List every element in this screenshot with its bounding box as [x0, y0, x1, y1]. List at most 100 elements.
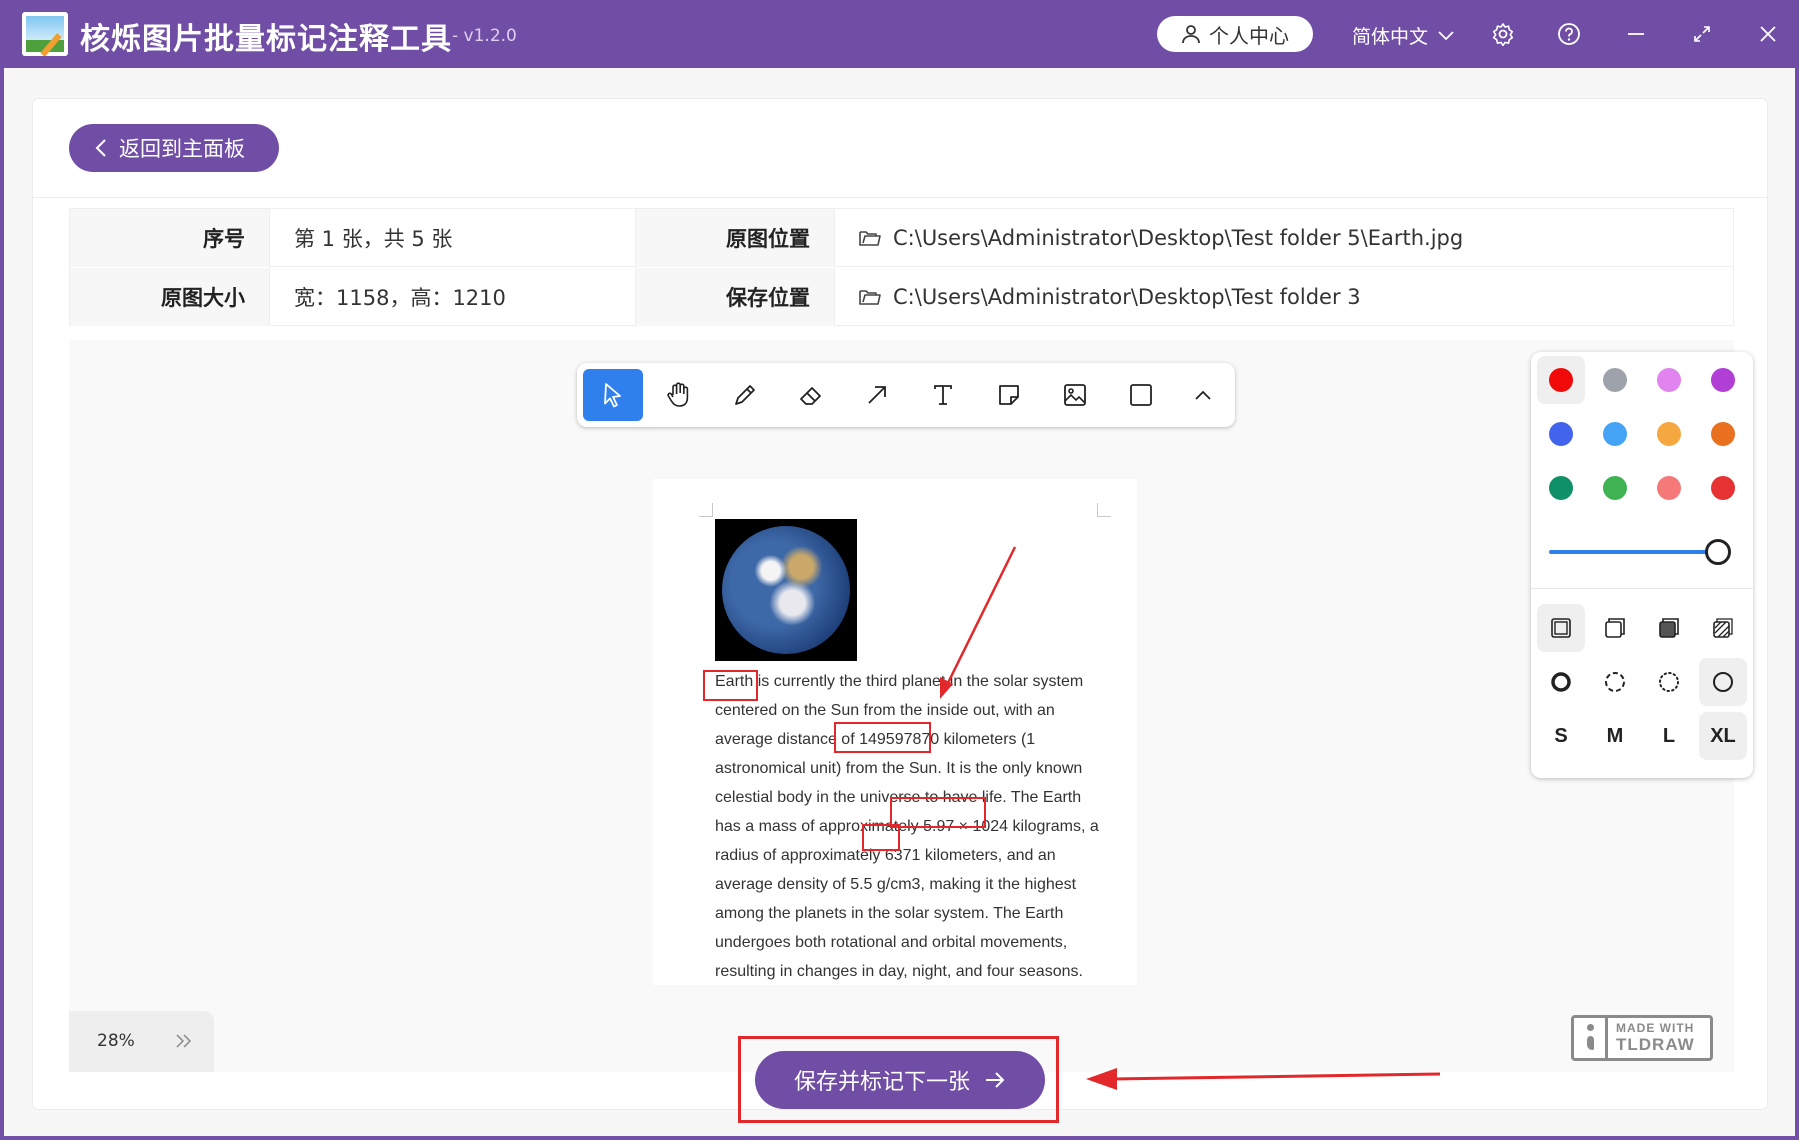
color-swatch[interactable]: [1699, 356, 1747, 404]
expand-icon: [1694, 26, 1710, 42]
index-label: 序号: [70, 209, 269, 267]
drawing-toolbar: [577, 363, 1235, 427]
color-swatch[interactable]: [1591, 464, 1639, 512]
zoom-level[interactable]: 28%: [97, 1031, 135, 1051]
color-swatch[interactable]: [1537, 410, 1585, 458]
app-version: - v1.2.0: [452, 26, 517, 46]
save-location-label: 保存位置: [635, 268, 834, 326]
style-panel: S M L XL: [1531, 352, 1753, 778]
info-row: 序号 第 1 张，共 5 张 原图位置 C:\Users\Administrat…: [70, 209, 1733, 267]
size-label: 原图大小: [70, 268, 269, 326]
arrow-right-icon: [986, 1072, 1005, 1088]
size-value: 宽：1158，高：1210: [269, 268, 635, 326]
fill-solid-option[interactable]: [1645, 604, 1693, 652]
back-label: 返回到主面板: [119, 137, 245, 161]
size-m-option[interactable]: M: [1591, 712, 1639, 760]
hand-tool[interactable]: [649, 369, 709, 421]
color-swatch[interactable]: [1645, 356, 1693, 404]
double-chevron-right-icon[interactable]: [175, 1033, 193, 1049]
eraser-tool[interactable]: [781, 369, 841, 421]
close-icon: [1760, 26, 1776, 42]
size-s-option[interactable]: S: [1537, 712, 1585, 760]
dash-solid-option[interactable]: [1699, 658, 1747, 706]
source-location-value[interactable]: C:\Users\Administrator\Desktop\Test fold…: [834, 209, 1735, 267]
fill-semi-icon: [1605, 618, 1625, 638]
folder-icon: [859, 231, 881, 246]
size-xl-option[interactable]: XL: [1699, 712, 1747, 760]
save-location-value[interactable]: C:\Users\Administrator\Desktop\Test fold…: [834, 268, 1735, 326]
color-swatch[interactable]: [1645, 410, 1693, 458]
color-swatch[interactable]: [1591, 356, 1639, 404]
close-button[interactable]: [1754, 20, 1782, 48]
fill-none-icon: [1551, 618, 1571, 638]
rectangle-icon: [1130, 384, 1152, 406]
image-icon: [1064, 384, 1086, 406]
image-tool[interactable]: [1045, 369, 1105, 421]
text-tool[interactable]: [913, 369, 973, 421]
annotation-arrow[interactable]: [653, 479, 1137, 985]
info-row: 原图大小 宽：1158，高：1210 保存位置 C:\Users\Adminis…: [70, 268, 1733, 326]
more-tools-button[interactable]: [1173, 369, 1233, 421]
divider: [33, 197, 1769, 198]
app-title: 核烁图片批量标记注释工具: [80, 22, 452, 57]
color-swatch[interactable]: [1645, 464, 1693, 512]
dash-draw-option[interactable]: [1537, 658, 1585, 706]
dash-dotted-option[interactable]: [1645, 658, 1693, 706]
gear-icon: [1492, 23, 1514, 46]
document-image[interactable]: Earth is currently the third planet in t…: [653, 479, 1137, 985]
fill-semi-option[interactable]: [1591, 604, 1639, 652]
zoom-panel: 28%: [69, 1011, 214, 1072]
language-label: 简体中文: [1352, 26, 1429, 48]
app-logo: [22, 12, 68, 56]
folder-icon: [859, 290, 881, 305]
eraser-icon: [800, 387, 821, 405]
content-card: 返回到主面板 序号 第 1 张，共 5 张 原图位置 C:\Users\Admi…: [32, 98, 1769, 1110]
back-to-dashboard-button[interactable]: 返回到主面板: [69, 124, 279, 172]
language-select[interactable]: 简体中文: [1352, 22, 1454, 49]
settings-button[interactable]: [1489, 20, 1517, 48]
dash-solid-icon: [1713, 672, 1733, 692]
arrow-icon: [868, 386, 886, 404]
color-swatch[interactable]: [1537, 356, 1585, 404]
fill-pattern-option[interactable]: [1699, 604, 1747, 652]
maximize-button[interactable]: [1688, 20, 1716, 48]
annotation-canvas[interactable]: Earth is currently the third planet in t…: [69, 340, 1753, 1072]
main-area: 返回到主面板 序号 第 1 张，共 5 张 原图位置 C:\Users\Admi…: [4, 68, 1795, 1136]
fill-none-option[interactable]: [1537, 604, 1585, 652]
fill-pattern-icon: [1713, 618, 1733, 638]
select-icon: [604, 383, 621, 408]
help-button[interactable]: [1555, 20, 1583, 48]
hand-icon: [667, 382, 689, 407]
color-swatch[interactable]: [1699, 464, 1747, 512]
arrow-tool[interactable]: [847, 369, 907, 421]
color-swatch[interactable]: [1537, 464, 1585, 512]
save-and-next-button[interactable]: 保存并标记下一张: [755, 1051, 1045, 1109]
tldraw-watermark[interactable]: MADE WITH TLDRAW: [1571, 1015, 1713, 1061]
color-swatch[interactable]: [1699, 410, 1747, 458]
source-location-label: 原图位置: [635, 209, 834, 267]
color-swatch[interactable]: [1591, 410, 1639, 458]
size-l-option[interactable]: L: [1645, 712, 1693, 760]
rectangle-tool[interactable]: [1111, 369, 1171, 421]
chevron-up-icon: [1195, 390, 1211, 400]
minimize-button[interactable]: [1622, 20, 1650, 48]
pencil-icon: [735, 385, 755, 405]
title-bar: 核烁图片批量标记注释工具 - v1.2.0 个人中心 简体中文: [0, 0, 1799, 68]
dash-draw-icon: [1551, 672, 1571, 692]
save-path: C:\Users\Administrator\Desktop\Test fold…: [893, 285, 1361, 309]
chevron-down-icon: [1438, 30, 1454, 40]
note-tool[interactable]: [979, 369, 1039, 421]
watermark-line2: TLDRAW: [1616, 1035, 1695, 1054]
user-center-button[interactable]: 个人中心: [1157, 16, 1313, 52]
slider-knob[interactable]: [1705, 539, 1731, 565]
opacity-slider[interactable]: [1549, 550, 1721, 554]
dash-dashed-option[interactable]: [1591, 658, 1639, 706]
divider: [1531, 588, 1753, 589]
fill-solid-icon: [1659, 618, 1679, 638]
help-icon: [1558, 23, 1580, 45]
tldraw-logo: [1574, 1018, 1608, 1058]
source-path: C:\Users\Administrator\Desktop\Test fold…: [893, 226, 1464, 250]
select-tool[interactable]: [583, 369, 643, 421]
draw-tool[interactable]: [715, 369, 775, 421]
save-and-next-label: 保存并标记下一张: [793, 1070, 970, 1095]
